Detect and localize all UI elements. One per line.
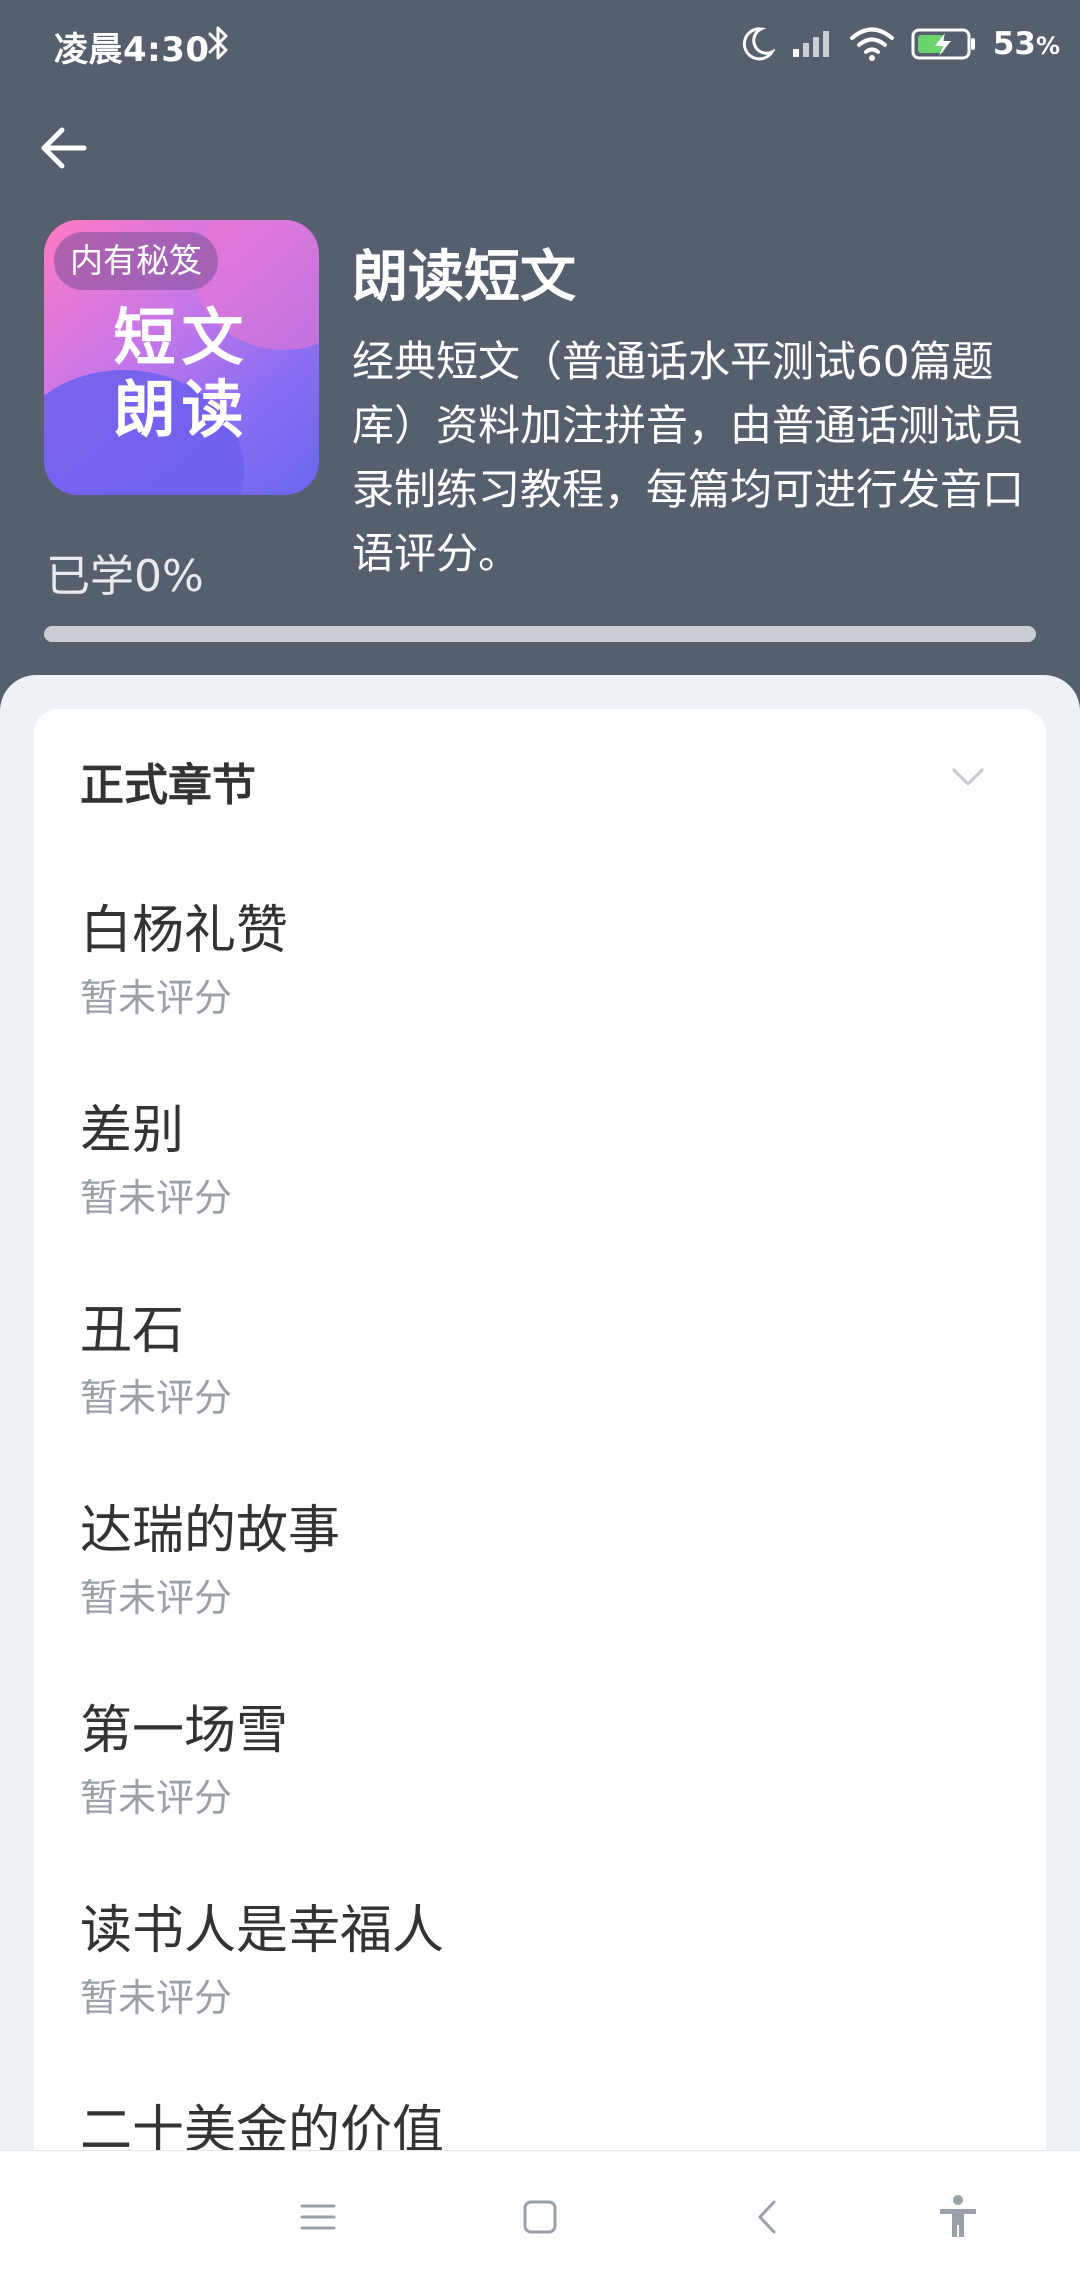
cover-title-line1: 短文 — [113, 301, 250, 374]
learned-progress-label: 已学0% — [46, 551, 204, 602]
course-cover: 内有秘笈 短文 朗读 — [44, 220, 319, 495]
content-sheet: 正式章节 白杨礼赞 暂未评分 差别 暂未评分 丑石 暂未评分 达瑞的故事 暂未评… — [0, 675, 1080, 2280]
bluetooth-icon — [208, 26, 228, 60]
chapter-list: 白杨礼赞 暂未评分 差别 暂未评分 丑石 暂未评分 达瑞的故事 暂未评分 第一场… — [34, 899, 1046, 2280]
status-icons: 53% — [739, 22, 1060, 66]
back-arrow-icon[interactable] — [34, 118, 94, 178]
wifi-icon — [849, 27, 894, 61]
cover-tag: 内有秘笈 — [54, 232, 218, 290]
nav-back-icon[interactable] — [740, 2189, 796, 2245]
chapter-status: 暂未评分 — [80, 1576, 233, 1620]
chapter-title: 丑石 — [80, 1301, 185, 1361]
chapter-item[interactable]: 达瑞的故事 暂未评分 — [34, 1499, 1046, 1699]
chapter-title: 达瑞的故事 — [80, 1501, 341, 1561]
status-bar: 凌晨4:30 53% — [0, 0, 1080, 90]
chapter-title: 读书人是幸福人 — [80, 1901, 445, 1961]
cover-title-line2: 朗读 — [113, 373, 250, 446]
chapter-title: 白杨礼赞 — [80, 901, 289, 961]
moon-icon — [742, 27, 775, 61]
course-description: 经典短文（普通话水平测试60篇题库）资料加注拼音，由普通话测试员录制练习教程，每… — [352, 337, 1025, 578]
course-title: 朗读短文 — [352, 245, 576, 310]
progress-bar — [44, 626, 1036, 642]
chapter-status: 暂未评分 — [80, 1976, 233, 2020]
chapter-status: 暂未评分 — [80, 1776, 233, 1820]
chapter-item[interactable]: 第一场雪 暂未评分 — [34, 1699, 1046, 1899]
chapter-item[interactable]: 读书人是幸福人 暂未评分 — [34, 1899, 1046, 2099]
signal-icon — [792, 31, 829, 57]
chapter-title: 第一场雪 — [80, 1701, 289, 1761]
chapter-status: 暂未评分 — [80, 1176, 233, 1220]
chapter-status: 暂未评分 — [80, 1376, 233, 1420]
chapter-item[interactable]: 丑石 暂未评分 — [34, 1299, 1046, 1499]
chapter-card: 正式章节 白杨礼赞 暂未评分 差别 暂未评分 丑石 暂未评分 达瑞的故事 暂未评… — [34, 709, 1046, 2280]
chapter-item[interactable]: 差别 暂未评分 — [34, 1099, 1046, 1299]
section-title[interactable]: 正式章节 — [80, 749, 256, 813]
accessibility-icon[interactable] — [930, 2189, 986, 2245]
cover-title: 短文 朗读 — [44, 302, 319, 446]
battery-percent: 53% — [992, 26, 1060, 62]
system-nav-bar — [0, 2150, 1080, 2281]
home-icon[interactable] — [512, 2189, 568, 2245]
chapter-status: 暂未评分 — [80, 976, 233, 1020]
menu-icon[interactable] — [290, 2189, 346, 2245]
chapter-title: 差别 — [80, 1101, 185, 1161]
battery-charging-icon — [911, 28, 975, 60]
chevron-down-icon[interactable] — [950, 765, 986, 789]
status-time: 凌晨4:30 — [54, 30, 210, 70]
chapter-item[interactable]: 白杨礼赞 暂未评分 — [34, 899, 1046, 1099]
